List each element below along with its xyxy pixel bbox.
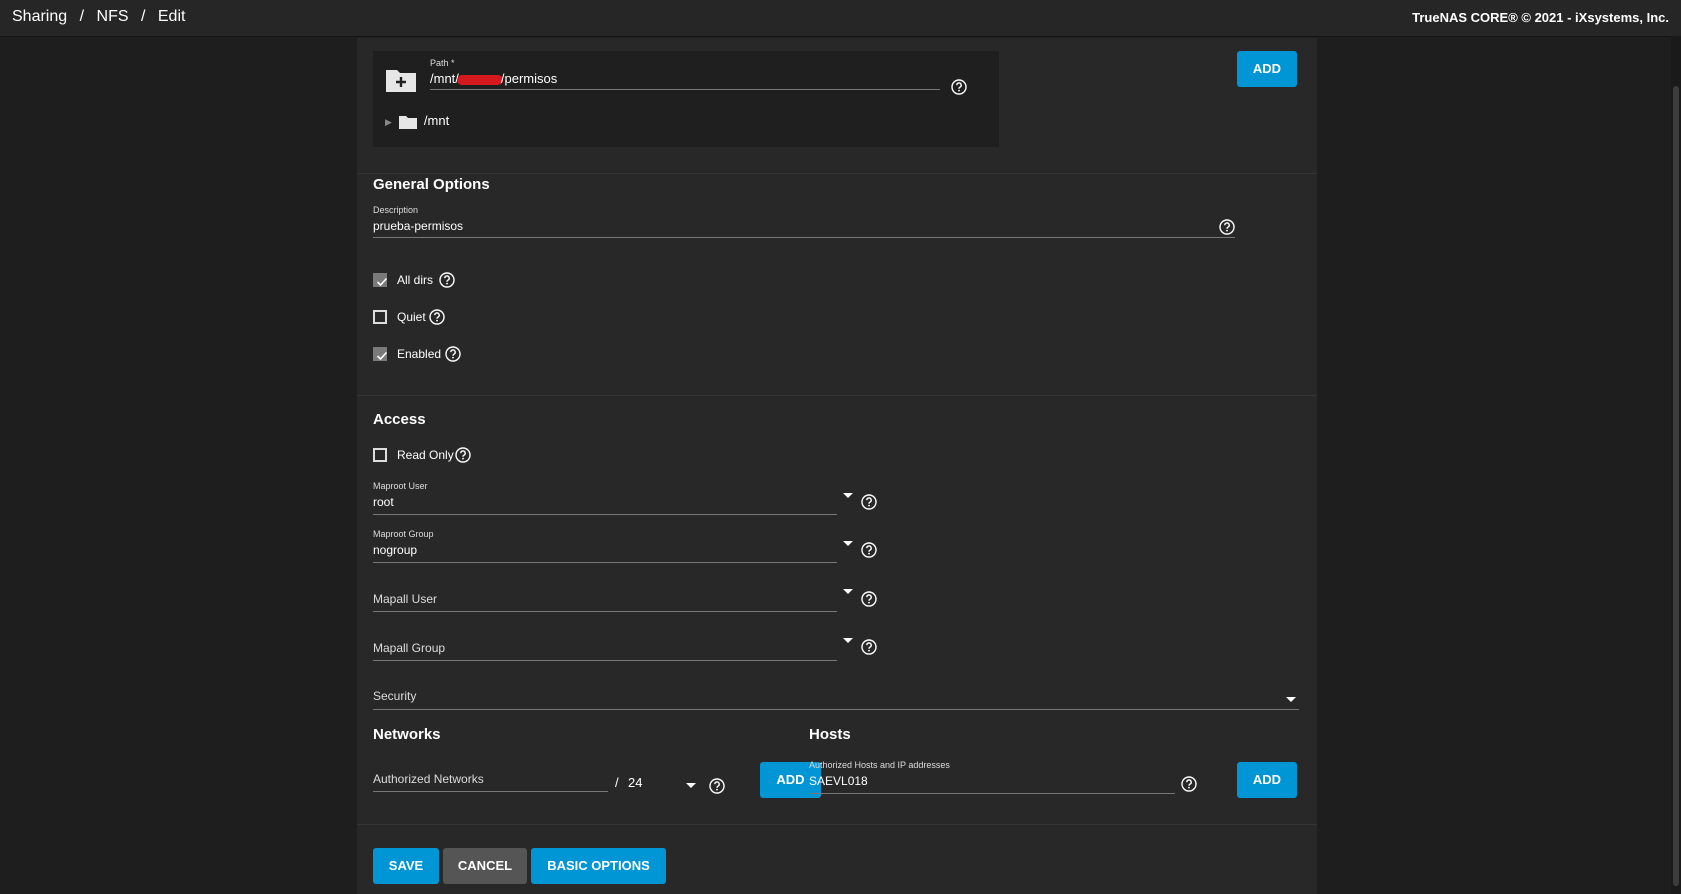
maproot-user-underline — [373, 514, 837, 515]
help-icon[interactable] — [1219, 219, 1235, 235]
access-title: Access — [373, 411, 426, 428]
authorized-networks-underline — [373, 791, 608, 792]
authorized-networks-input[interactable]: Authorized Networks — [373, 772, 484, 786]
divider — [357, 824, 1317, 825]
breadcrumb-separator: / — [79, 8, 85, 25]
hosts-label: Authorized Hosts and IP addresses — [809, 760, 950, 770]
authorized-hosts-input[interactable]: SAEVL018 — [809, 774, 868, 788]
tree-node-mnt[interactable]: ▶ /mnt — [385, 113, 449, 130]
mapall-user-underline — [373, 611, 837, 612]
checkmark-icon — [376, 351, 388, 361]
quiet-checkbox[interactable] — [373, 310, 387, 324]
description-input[interactable]: prueba-permisos — [373, 219, 463, 233]
folder-icon — [398, 115, 417, 129]
path-explorer: Path * /mnt/ /permisos ▶ /mnt — [373, 51, 999, 147]
mapall-user-select[interactable]: Mapall User — [373, 592, 437, 606]
caret-down-icon[interactable] — [843, 589, 853, 594]
enabled-checkbox[interactable] — [373, 347, 388, 361]
breadcrumb: Sharing / NFS / Edit — [12, 8, 185, 26]
checkmark-icon — [376, 277, 388, 287]
path-suffix: /permisos — [500, 71, 558, 86]
maproot-group-label: Maproot Group — [373, 529, 434, 539]
general-options-title: General Options — [373, 176, 490, 193]
help-icon[interactable] — [445, 346, 461, 362]
caret-down-icon[interactable] — [843, 541, 853, 546]
breadcrumb-nfs[interactable]: NFS — [97, 8, 129, 25]
caret-down-icon[interactable] — [1286, 697, 1296, 702]
hosts-add-button[interactable]: ADD — [1237, 762, 1297, 798]
path-prefix: /mnt/ — [430, 71, 459, 86]
divider — [357, 395, 1317, 396]
page-scrollbar[interactable] — [1671, 36, 1681, 894]
top-bar: Sharing / NFS / Edit TrueNAS CORE® © 202… — [0, 0, 1681, 37]
network-slash: / — [615, 775, 619, 790]
breadcrumb-separator: / — [140, 8, 146, 25]
help-icon[interactable] — [951, 79, 967, 95]
description-underline — [373, 237, 1235, 238]
basic-options-button[interactable]: BASIC OPTIONS — [531, 848, 666, 884]
divider — [357, 173, 1317, 174]
nfs-edit-form: Path * /mnt/ /permisos ▶ /mnt ADD General … — [357, 38, 1317, 894]
help-icon[interactable] — [861, 639, 877, 655]
caret-down-icon[interactable] — [843, 638, 853, 643]
help-icon[interactable] — [455, 447, 471, 463]
hosts-title: Hosts — [809, 726, 851, 743]
all-dirs-checkbox[interactable] — [373, 273, 388, 287]
maproot-group-underline — [373, 562, 837, 563]
expand-arrow-icon[interactable]: ▶ — [385, 117, 392, 127]
read-only-label: Read Only — [397, 448, 454, 462]
help-icon[interactable] — [439, 272, 455, 288]
help-icon[interactable] — [861, 591, 877, 607]
enabled-label: Enabled — [397, 347, 442, 361]
networks-title: Networks — [373, 726, 441, 743]
path-input[interactable]: /mnt/ /permisos — [430, 71, 940, 90]
help-icon[interactable] — [861, 542, 877, 558]
maproot-group-select[interactable]: nogroup — [373, 543, 417, 557]
security-select[interactable]: Security — [373, 689, 416, 703]
hosts-underline — [809, 793, 1175, 794]
caret-down-icon[interactable] — [843, 493, 853, 498]
caret-down-icon[interactable] — [686, 783, 696, 788]
breadcrumb-edit: Edit — [157, 8, 186, 25]
help-icon[interactable] — [861, 494, 877, 510]
mapall-group-select[interactable]: Mapall Group — [373, 641, 445, 655]
scrollbar-thumb[interactable] — [1673, 86, 1679, 886]
maproot-user-label: Maproot User — [373, 481, 428, 491]
read-only-checkbox[interactable] — [373, 448, 387, 462]
tree-node-label: /mnt — [423, 113, 450, 128]
path-label: Path * — [430, 58, 455, 68]
cancel-button[interactable]: CANCEL — [443, 848, 527, 884]
help-icon[interactable] — [429, 309, 445, 325]
mapall-group-underline — [373, 660, 837, 661]
security-underline — [373, 709, 1299, 710]
help-icon[interactable] — [1181, 776, 1197, 792]
path-add-button[interactable]: ADD — [1237, 51, 1297, 87]
copyright-text: TrueNAS CORE® © 2021 - iXsystems, Inc. — [1412, 10, 1669, 25]
quiet-label: Quiet — [397, 310, 426, 324]
description-label: Description — [373, 205, 419, 215]
help-icon[interactable] — [709, 778, 725, 794]
folder-plus-icon[interactable] — [385, 67, 417, 93]
netmask-select[interactable]: 24 — [628, 775, 642, 790]
all-dirs-label: All dirs — [397, 273, 434, 287]
maproot-user-select[interactable]: root — [373, 495, 394, 509]
breadcrumb-sharing[interactable]: Sharing — [12, 8, 67, 25]
save-button[interactable]: SAVE — [373, 848, 439, 884]
redaction-mark — [456, 74, 503, 85]
